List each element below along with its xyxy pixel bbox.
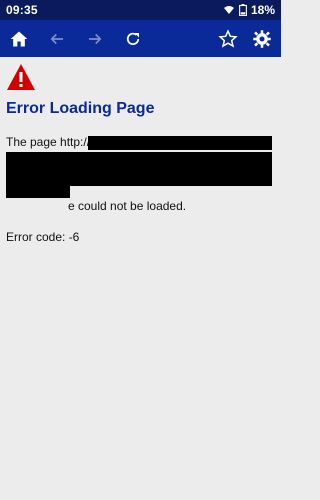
battery-icon (239, 4, 247, 16)
bookmark-button[interactable] (215, 26, 241, 52)
error-code: Error code: -6 (6, 230, 80, 244)
arrow-left-icon (50, 33, 63, 44)
error-message: The page http:// e could not be loaded. (6, 134, 276, 214)
redacted-block (6, 152, 272, 186)
error-message-start: The page http:// (6, 135, 91, 149)
error-message-end: e could not be loaded. (68, 199, 187, 213)
redacted-block-tail (6, 186, 70, 198)
status-icons: 18% (223, 3, 275, 17)
error-title: Error Loading Page (6, 100, 155, 117)
status-time: 09:35 (6, 3, 38, 17)
gear-icon (253, 29, 271, 48)
browser-toolbar (0, 20, 281, 57)
home-icon (10, 31, 28, 46)
page-footer-space (0, 460, 281, 500)
star-icon (218, 28, 238, 48)
battery-percent: 18% (250, 3, 275, 17)
wifi-icon (223, 6, 234, 14)
settings-button[interactable] (249, 26, 275, 52)
home-button[interactable] (6, 26, 32, 52)
reload-button[interactable] (120, 26, 146, 52)
arrow-right-icon (89, 33, 102, 44)
forward-button[interactable] (82, 26, 108, 52)
reload-icon (126, 32, 140, 45)
back-button[interactable] (44, 26, 70, 52)
redacted-url (88, 136, 272, 150)
warning-icon (7, 64, 35, 90)
status-bar: 09:35 18% (0, 0, 281, 20)
error-page: Error Loading Page The page http:// e co… (0, 57, 281, 244)
